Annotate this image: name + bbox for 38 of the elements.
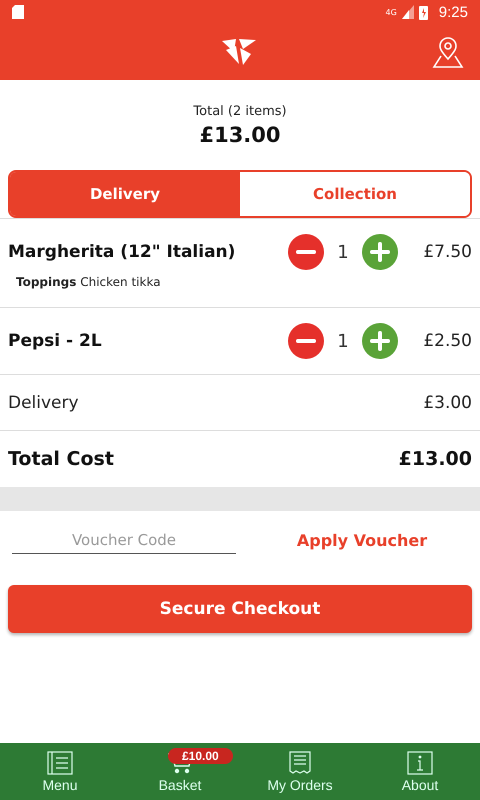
battery-icon bbox=[418, 4, 428, 20]
nav-tab[interactable]: My Orders bbox=[240, 743, 360, 800]
network-label: 4G bbox=[386, 8, 397, 16]
quantity-value: 1 bbox=[336, 242, 350, 262]
total-cost-label: Total Cost bbox=[8, 448, 114, 470]
status-time: 9:25 bbox=[438, 4, 468, 20]
minus-icon bbox=[296, 250, 316, 254]
item-name: Pepsi - 2L bbox=[8, 331, 103, 351]
delivery-label: Delivery bbox=[8, 392, 79, 412]
item-price: £7.50 bbox=[422, 242, 472, 262]
item-toppings: Toppings Chicken tikka bbox=[15, 275, 162, 291]
plus-icon bbox=[370, 331, 390, 351]
item-name: Margherita (12" Italian) bbox=[8, 242, 236, 262]
plus-icon bbox=[370, 242, 390, 262]
nav-tab[interactable]: Basket £10.00 bbox=[120, 743, 240, 800]
total-cost-amount: £13.00 bbox=[398, 448, 472, 470]
increase-button[interactable] bbox=[362, 234, 398, 270]
increase-button[interactable] bbox=[362, 323, 398, 359]
total-amount: £13.00 bbox=[199, 122, 281, 146]
order-type-tab[interactable]: Delivery bbox=[10, 172, 240, 216]
item-price: £2.50 bbox=[422, 331, 472, 351]
nav-tab[interactable]: Menu bbox=[0, 743, 120, 800]
receipt-icon bbox=[287, 750, 313, 774]
signal-icon bbox=[402, 5, 414, 19]
nav-tab[interactable]: About bbox=[360, 743, 480, 800]
quantity-value: 1 bbox=[336, 330, 350, 352]
sd-card-icon bbox=[12, 5, 24, 19]
decrease-button[interactable] bbox=[288, 234, 324, 270]
info-icon bbox=[407, 750, 433, 774]
delivery-amount: £3.00 bbox=[423, 392, 472, 412]
total-label: Total (2 items) bbox=[193, 104, 287, 118]
secure-checkout-button[interactable]: Secure Checkout bbox=[8, 585, 472, 633]
apply-voucher-button[interactable]: Apply Voucher bbox=[256, 530, 468, 550]
decrease-button[interactable] bbox=[288, 323, 324, 359]
minus-icon bbox=[296, 339, 316, 343]
basket-total-badge: £10.00 bbox=[168, 748, 233, 764]
book-icon bbox=[47, 750, 73, 774]
location-pin-icon[interactable] bbox=[432, 36, 464, 68]
